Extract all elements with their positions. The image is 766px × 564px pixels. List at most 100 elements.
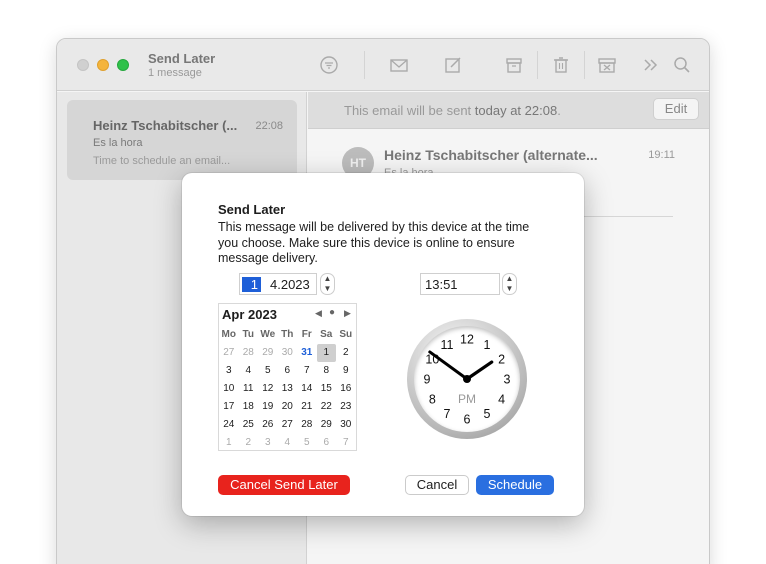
calendar-day[interactable]: 27 xyxy=(278,416,298,434)
calendar-day[interactable]: 3 xyxy=(258,434,278,452)
calendar-weekday-label: Su xyxy=(339,329,353,340)
calendar-day[interactable]: 7 xyxy=(336,434,356,452)
calendar-day[interactable]: 5 xyxy=(297,434,317,452)
clock-dial: 12 1234567891011PM xyxy=(424,333,511,427)
list-item-subject: Es la hora xyxy=(93,137,143,149)
previous-month-icon[interactable]: ◀ xyxy=(315,308,322,319)
calendar-day[interactable]: 28 xyxy=(297,416,317,434)
calendar-day[interactable]: 2 xyxy=(336,344,356,362)
calendar-day[interactable]: 20 xyxy=(278,398,298,416)
calendar-day[interactable]: 23 xyxy=(336,398,356,416)
toolbar-separator xyxy=(584,51,585,79)
calendar-day[interactable]: 11 xyxy=(239,380,259,398)
more-chevron-icon[interactable] xyxy=(641,55,661,75)
compose-icon[interactable] xyxy=(443,55,463,75)
junk-icon[interactable] xyxy=(597,55,617,75)
calendar-day[interactable]: 9 xyxy=(336,362,356,380)
stepper-up-icon[interactable]: ▲ xyxy=(321,274,334,284)
list-item[interactable]: Heinz Tschabitscher (... 22:08 Es la hor… xyxy=(67,100,297,180)
calendar-day[interactable]: 18 xyxy=(239,398,259,416)
stepper-up-icon[interactable]: ▲ xyxy=(503,274,516,284)
calendar-day[interactable]: 29 xyxy=(317,416,337,434)
clock-number: 3 xyxy=(504,373,511,387)
calendar-day[interactable]: 17 xyxy=(219,398,239,416)
calendar: Apr 2023 ◀ ● ▶ Mo Tu We Th Fr Sa Su 27 28 29 30 31 1… xyxy=(218,303,357,451)
calendar-day[interactable]: 31 xyxy=(297,344,317,362)
dialog-title: Send Later xyxy=(218,202,286,217)
date-month-year[interactable]: 4.2023 xyxy=(270,277,310,292)
calendar-day[interactable]: 2 xyxy=(239,434,259,452)
clock-number: 12 xyxy=(460,333,474,347)
cancel-button[interactable]: Cancel xyxy=(405,475,469,495)
filter-icon[interactable] xyxy=(319,55,339,75)
cancel-send-later-button[interactable]: Cancel Send Later xyxy=(218,475,350,495)
title-bar: Send Later 1 message xyxy=(57,39,709,91)
calendar-day[interactable]: 7 xyxy=(297,362,317,380)
calendar-day[interactable]: 22 xyxy=(317,398,337,416)
date-field[interactable]: 1 4.2023 xyxy=(239,273,317,295)
calendar-month-label: Apr 2023 xyxy=(222,307,277,322)
calendar-day[interactable]: 30 xyxy=(278,344,298,362)
calendar-day[interactable]: 24 xyxy=(219,416,239,434)
calendar-week-row: 3456789 xyxy=(219,362,356,380)
clock-number: 7 xyxy=(444,407,451,421)
list-item-preview: Time to schedule an email... xyxy=(93,155,231,167)
clock-number: 2 xyxy=(498,353,505,367)
calendar-day[interactable]: 27 xyxy=(219,344,239,362)
trash-icon[interactable] xyxy=(551,55,571,75)
toolbar-separator xyxy=(537,51,538,79)
calendar-day[interactable]: 12 xyxy=(258,380,278,398)
time-field[interactable]: 13:51 xyxy=(420,273,500,295)
banner-suffix: . xyxy=(557,103,561,118)
clock-number: 9 xyxy=(424,373,431,387)
close-window-button[interactable] xyxy=(77,59,89,71)
minimize-window-button[interactable] xyxy=(97,59,109,71)
time-stepper[interactable]: ▲ ▼ xyxy=(502,273,517,295)
calendar-day[interactable]: 13 xyxy=(278,380,298,398)
calendar-day[interactable]: 4 xyxy=(278,434,298,452)
calendar-day[interactable]: 30 xyxy=(336,416,356,434)
calendar-day[interactable]: 19 xyxy=(258,398,278,416)
zoom-window-button[interactable] xyxy=(117,59,129,71)
clock-number: 11 xyxy=(441,338,454,352)
time-value[interactable]: 13:51 xyxy=(425,277,458,292)
calendar-day[interactable]: 10 xyxy=(219,380,239,398)
calendar-week-row: 17 18 19 20 21 22 23 xyxy=(219,398,356,416)
archive-icon[interactable] xyxy=(504,55,524,75)
message-sender: Heinz Tschabitscher (alternate... xyxy=(384,147,598,163)
edit-button[interactable]: Edit xyxy=(653,98,699,120)
calendar-day[interactable]: 29 xyxy=(258,344,278,362)
today-dot-icon[interactable]: ● xyxy=(329,307,335,318)
search-icon[interactable] xyxy=(672,55,692,75)
calendar-day[interactable]: 6 xyxy=(278,362,298,380)
date-day-segment[interactable]: 1 xyxy=(242,277,261,292)
calendar-week-row: 1234567 xyxy=(219,434,356,452)
stepper-down-icon[interactable]: ▼ xyxy=(321,284,334,294)
calendar-day[interactable]: 15 xyxy=(317,380,337,398)
schedule-button[interactable]: Schedule xyxy=(476,475,554,495)
calendar-day[interactable]: 14 xyxy=(297,380,317,398)
analog-clock[interactable]: 12 1 2 3 4 5 6 7 8 9 10 11 PM xyxy=(407,319,527,439)
clock-number: 5 xyxy=(484,407,491,421)
calendar-day[interactable]: 4 xyxy=(239,362,259,380)
toolbar-separator xyxy=(364,51,365,79)
calendar-day[interactable]: 1 xyxy=(219,434,239,452)
calendar-day[interactable]: 16 xyxy=(336,380,356,398)
calendar-day[interactable]: 5 xyxy=(258,362,278,380)
calendar-week-row: 24 25 26 27 28 29 30 xyxy=(219,416,356,434)
calendar-day[interactable]: 6 xyxy=(317,434,337,452)
calendar-day[interactable]: 26 xyxy=(258,416,278,434)
calendar-day[interactable]: 1 xyxy=(316,344,336,362)
calendar-day[interactable]: 8 xyxy=(317,362,337,380)
stepper-down-icon[interactable]: ▼ xyxy=(503,284,516,294)
message-time: 19:11 xyxy=(648,149,675,161)
calendar-day[interactable]: 3 xyxy=(219,362,239,380)
calendar-day[interactable]: 21 xyxy=(297,398,317,416)
envelope-icon[interactable] xyxy=(389,55,409,75)
date-stepper[interactable]: ▲ ▼ xyxy=(320,273,335,295)
send-later-dialog: Send Later This message will be delivere… xyxy=(182,173,584,516)
calendar-day[interactable]: 25 xyxy=(239,416,259,434)
clock-center xyxy=(463,375,471,383)
next-month-icon[interactable]: ▶ xyxy=(344,308,351,319)
calendar-day[interactable]: 28 xyxy=(239,344,259,362)
